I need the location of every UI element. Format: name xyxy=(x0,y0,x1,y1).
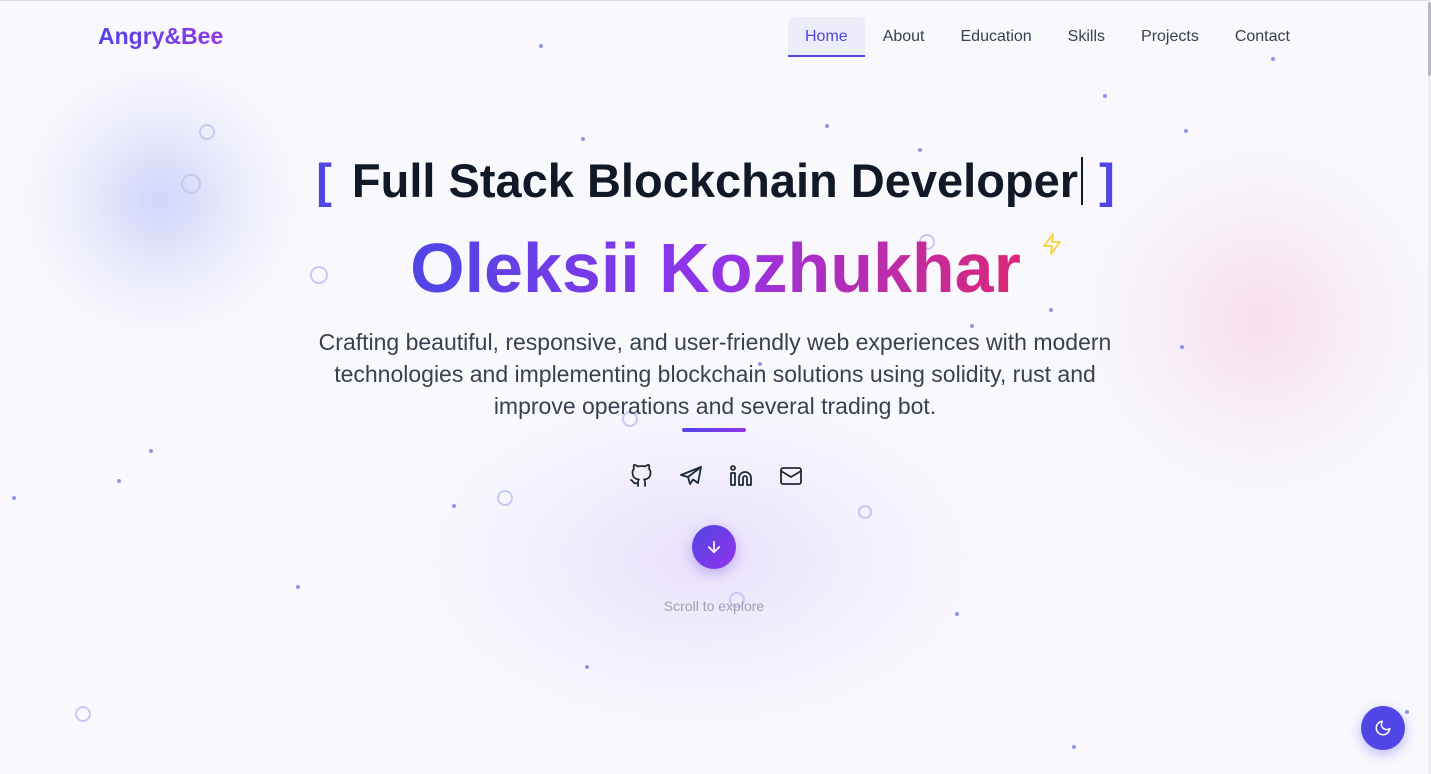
headline-text: Full Stack Blockchain Developer xyxy=(351,154,1079,207)
mail-icon xyxy=(780,467,802,485)
particle-ring xyxy=(858,505,872,519)
bracket-close: ] xyxy=(1099,154,1115,207)
particle-dot xyxy=(1271,57,1275,61)
bracket-open: [ xyxy=(316,154,332,207)
hero-headline: [ Full Stack Blockchain Developer] xyxy=(0,153,1431,208)
particle-dot xyxy=(1049,308,1053,312)
particle-dot xyxy=(452,504,456,508)
particle-ring xyxy=(497,490,513,506)
particle-dot xyxy=(12,496,16,500)
bolt-icon xyxy=(1043,233,1061,255)
scroll-hint: Scroll to explore xyxy=(663,598,765,614)
telegram-icon xyxy=(680,466,702,485)
nav-item-home[interactable]: Home xyxy=(788,17,865,57)
particle-dot xyxy=(1405,710,1409,714)
hero-name-text: Oleksii Kozhukhar xyxy=(410,229,1021,307)
github-icon xyxy=(630,464,652,487)
particle-dot xyxy=(581,137,585,141)
particle-dot xyxy=(825,124,829,128)
site-logo[interactable]: Angry&Bee xyxy=(98,23,223,50)
particle-dot xyxy=(1103,94,1107,98)
particle-dot xyxy=(296,585,300,589)
particle-dot xyxy=(149,449,153,453)
nav-item-contact[interactable]: Contact xyxy=(1217,17,1308,57)
particle-dot xyxy=(1072,745,1076,749)
mail-link[interactable] xyxy=(778,463,804,489)
linkedin-icon xyxy=(730,465,752,486)
particle-dot xyxy=(1180,345,1184,349)
tagline-underline xyxy=(682,428,746,432)
theme-toggle-button[interactable] xyxy=(1361,706,1405,750)
particle-dot xyxy=(585,665,589,669)
nav-item-skills[interactable]: Skills xyxy=(1050,17,1123,57)
particle-dot xyxy=(539,44,543,48)
moon-icon xyxy=(1375,720,1391,736)
nav-item-education[interactable]: Education xyxy=(943,17,1050,57)
nav-item-about[interactable]: About xyxy=(865,17,943,57)
particle-ring xyxy=(199,124,215,140)
hero-tagline: Crafting beautiful, responsive, and user… xyxy=(318,329,1112,419)
scroll-down-button[interactable] xyxy=(692,525,736,569)
particle-dot xyxy=(918,148,922,152)
main-nav: Home About Education Skills Projects Con… xyxy=(788,17,1308,57)
social-links xyxy=(628,463,804,489)
github-link[interactable] xyxy=(628,463,654,489)
arrow-down-icon xyxy=(707,540,721,554)
hero-name: Oleksii Kozhukhar xyxy=(0,228,1431,308)
particle-dot xyxy=(117,479,121,483)
portfolio-page: Angry&Bee Home About Education Skills Pr… xyxy=(0,0,1431,774)
typing-cursor xyxy=(1081,157,1084,205)
particle-dot xyxy=(1184,129,1188,133)
linkedin-link[interactable] xyxy=(728,463,754,489)
window-top-border xyxy=(0,0,1431,1)
nav-item-projects[interactable]: Projects xyxy=(1123,17,1217,57)
particle-ring xyxy=(75,706,91,722)
telegram-link[interactable] xyxy=(678,463,704,489)
